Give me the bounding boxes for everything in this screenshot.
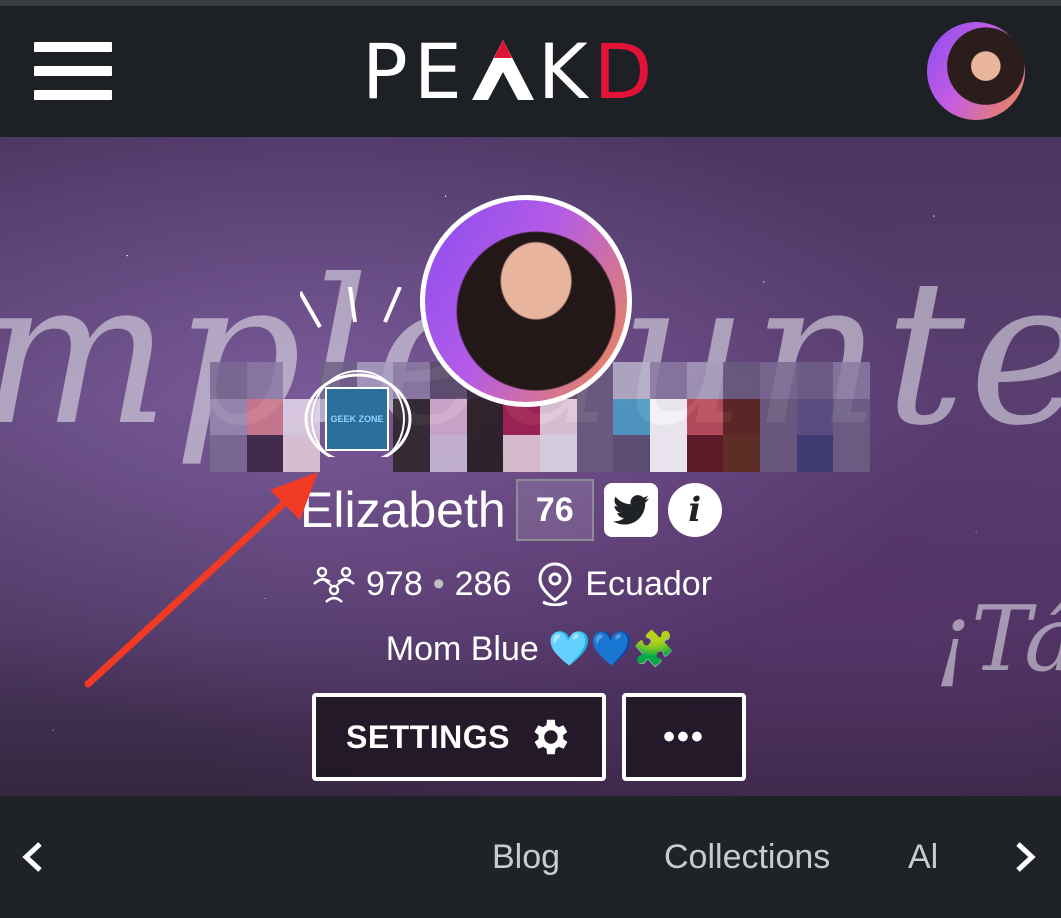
location-pin-icon (538, 562, 572, 606)
followers-icon (313, 566, 355, 603)
profile-cover: mpleaunte E ¡Tá GEEK ZONE Elizabeth 76 i (0, 137, 1061, 796)
profile-about: Mom Blue 🩵💙🧩 (385, 630, 676, 668)
settings-button[interactable]: SETTINGS (312, 693, 606, 781)
location-text: Ecuador (585, 564, 713, 603)
profile-avatar[interactable] (420, 195, 632, 407)
gear-icon (534, 719, 568, 755)
more-label: ••• (663, 717, 705, 756)
geek-zone-badge[interactable]: GEEK ZONE (325, 387, 389, 451)
peakd-logo[interactable]: PEKDKD (362, 28, 692, 116)
chevron-right-icon[interactable] (1010, 840, 1040, 874)
followers-count[interactable]: 978 (366, 565, 423, 604)
following-count[interactable]: 286 (455, 565, 512, 604)
profile-tabs: Blog Collections Al (0, 796, 1061, 918)
stats-separator: • (432, 564, 445, 603)
reputation-badge: 76 (515, 479, 594, 541)
profile-name-row: Elizabeth 76 i (300, 479, 722, 541)
logo-a-glyph (471, 40, 534, 100)
tab-collections[interactable]: Collections (664, 836, 830, 878)
app-header: PEKDKD (0, 6, 1061, 137)
profile-name: Elizabeth (300, 482, 506, 538)
badge-highlight: GEEK ZONE (300, 287, 440, 457)
tab-blog[interactable]: Blog (492, 836, 560, 878)
twitter-icon[interactable] (603, 483, 658, 537)
profile-stats: 978 • 286 Ecuador (312, 559, 712, 609)
info-icon[interactable]: i (667, 483, 722, 537)
hamburger-menu-icon[interactable] (34, 42, 112, 100)
tab-all[interactable]: Al (908, 836, 938, 878)
more-options-button[interactable]: ••• (622, 693, 746, 781)
chevron-left-icon[interactable] (18, 840, 48, 874)
user-avatar[interactable] (927, 22, 1025, 120)
settings-label: SETTINGS (345, 718, 510, 755)
